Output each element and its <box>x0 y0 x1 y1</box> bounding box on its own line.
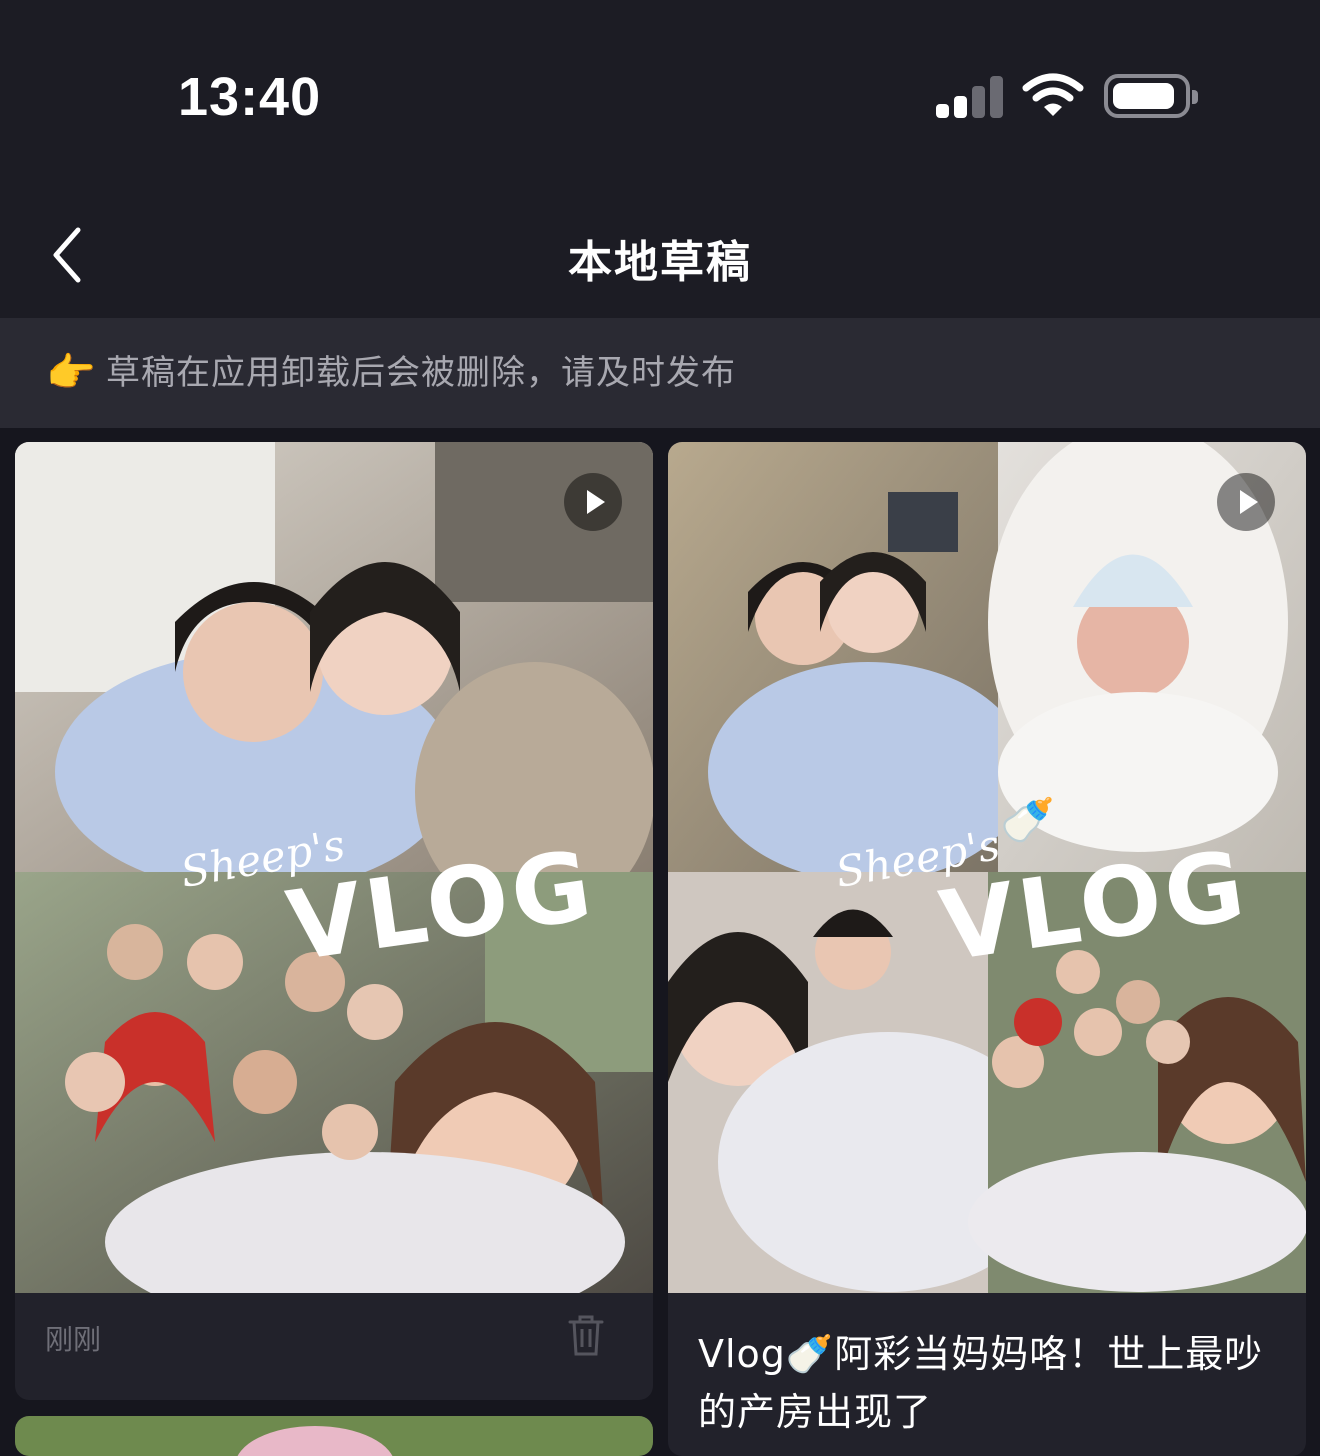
battery-icon <box>1104 74 1198 118</box>
play-icon <box>564 473 622 531</box>
draft-card[interactable]: Sheep's VLOG 🍼 Vlog🍼阿彩当妈妈咯！世上最吵的产房出现了 <box>668 442 1306 1456</box>
nav-bar: 本地草稿 <box>0 190 1320 318</box>
status-time: 13:40 <box>178 67 322 127</box>
cellular-signal-icon <box>936 76 1004 118</box>
draft-card[interactable] <box>15 1416 653 1456</box>
pointing-hand-icon: 👉 <box>46 350 96 396</box>
wifi-icon <box>1022 73 1084 116</box>
play-icon <box>1217 473 1275 531</box>
trash-icon[interactable] <box>568 1314 604 1356</box>
baby-bottle-icon: 🍼 <box>1000 795 1055 846</box>
drafts-screen: 13:40 本地草稿 👉 草稿在应用卸载后会被删除，请及时发布 Sheep's … <box>0 0 1320 1456</box>
draft-thumbnail[interactable]: Sheep's VLOG <box>15 442 653 1293</box>
notice-text: 草稿在应用卸载后会被删除，请及时发布 <box>106 353 736 393</box>
thumbnail-image <box>15 1416 653 1456</box>
notice-banner: 👉 草稿在应用卸载后会被删除，请及时发布 <box>0 318 1320 428</box>
status-bar: 13:40 <box>0 0 1320 190</box>
draft-card[interactable]: Sheep's VLOG 刚刚 <box>15 442 653 1400</box>
draft-caption: Vlog🍼阿彩当妈妈咯！世上最吵的产房出现了 <box>698 1332 1264 1434</box>
draft-time: 刚刚 <box>45 1323 102 1356</box>
page-title: 本地草稿 <box>568 237 752 288</box>
draft-thumbnail[interactable]: Sheep's VLOG 🍼 <box>668 442 1306 1293</box>
